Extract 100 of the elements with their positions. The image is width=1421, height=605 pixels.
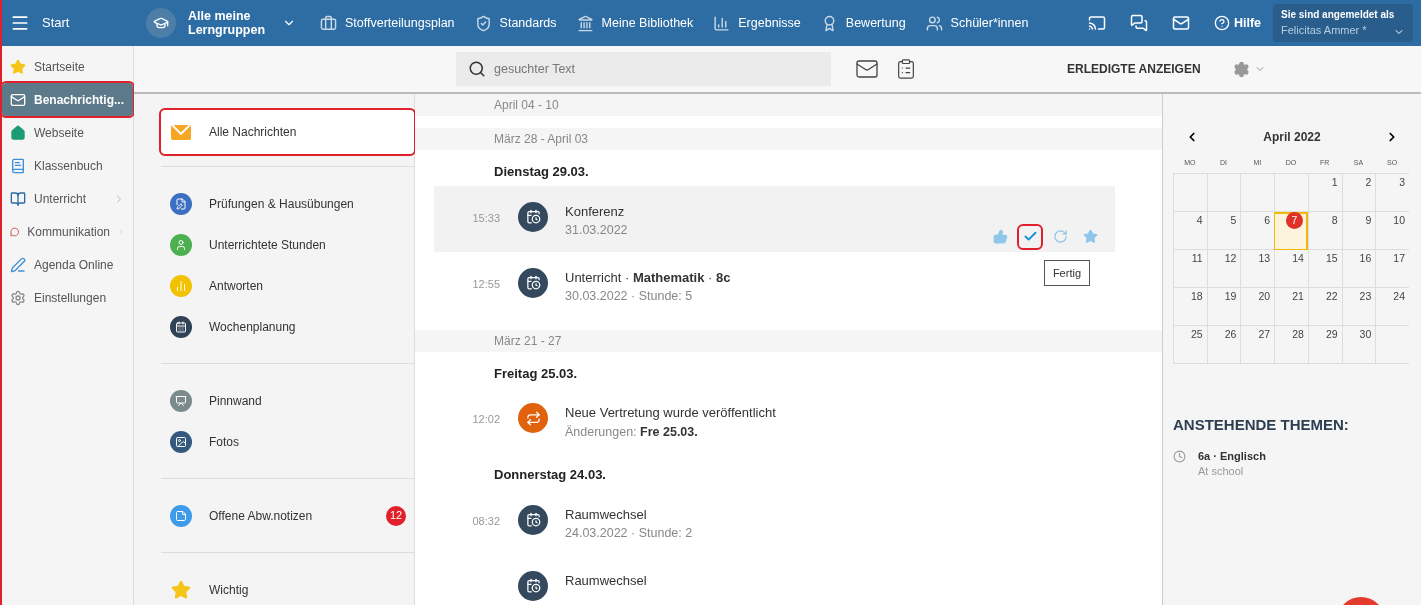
day-heading: Donnerstag 24.03. xyxy=(493,466,607,484)
category-item[interactable]: Antworten xyxy=(161,265,414,306)
message-title: Raumwechsel xyxy=(565,571,647,590)
message-row[interactable]: 15:33 Konferenz 31.03.2022 xyxy=(434,185,1115,252)
message-time: 08:32 xyxy=(472,513,500,529)
nav-link[interactable]: Stoffverteilungsplan xyxy=(312,13,463,33)
calendar-day[interactable]: 1 xyxy=(1307,173,1342,212)
calendar-day[interactable]: 13 xyxy=(1240,249,1275,288)
week-header: April 04 - 10 xyxy=(415,94,1162,116)
search-icon xyxy=(468,60,486,78)
calendar-day[interactable]: 17 xyxy=(1375,249,1409,288)
help-icon xyxy=(1213,15,1230,31)
sidebar-item[interactable]: Agenda Online xyxy=(2,248,133,281)
start-button[interactable]: Start xyxy=(2,0,134,46)
calendar-day[interactable]: 22 xyxy=(1307,287,1342,326)
bar-chart-icon xyxy=(713,14,731,32)
nav-link[interactable]: Bewertung xyxy=(812,13,914,33)
envelope-icon[interactable] xyxy=(855,57,879,81)
book-icon xyxy=(10,157,26,174)
message-subtitle: 30.03.2022 · Stunde: 5 xyxy=(565,288,694,305)
calendar-day[interactable]: 5 xyxy=(1206,211,1241,250)
calendar-empty-cell xyxy=(1206,173,1241,212)
calendar-day[interactable]: 4 xyxy=(1173,211,1207,250)
calendar-day[interactable]: 30 xyxy=(1341,325,1376,364)
open-book-icon xyxy=(10,190,26,207)
clipboard-icon[interactable] xyxy=(895,58,917,80)
calendar-day[interactable]: 18 xyxy=(1173,287,1207,326)
calendar-day[interactable]: 19 xyxy=(1206,287,1241,326)
category-item[interactable]: Fotos xyxy=(161,421,414,462)
help-link[interactable]: Hilfe xyxy=(1201,13,1273,33)
check-button[interactable] xyxy=(1019,225,1041,248)
sidebar-item[interactable]: Kommunikation xyxy=(2,215,133,248)
category-item[interactable]: Prüfungen & Hausübungen xyxy=(161,183,414,224)
sidebar-item[interactable]: Webseite xyxy=(2,116,133,149)
settings-menu[interactable] xyxy=(1232,60,1266,78)
calendar-day[interactable]: 3 xyxy=(1375,173,1409,212)
category-item[interactable]: Wichtig xyxy=(161,569,414,605)
message-subtitle: 24.03.2022 · Stunde: 2 xyxy=(565,525,693,542)
sidebar-item[interactable]: Startseite xyxy=(2,50,133,83)
user-name: Felicitas Ammer * xyxy=(1281,23,1367,39)
calendar-day[interactable]: 23 xyxy=(1341,287,1376,326)
calendar-day[interactable]: 24 xyxy=(1375,287,1409,326)
sidebar-item[interactable]: Unterricht xyxy=(2,182,133,215)
search-field[interactable]: gesuchter Text xyxy=(456,52,831,86)
calendar-day[interactable]: 7 xyxy=(1274,211,1308,250)
settings-icon xyxy=(10,289,26,306)
sidebar-item[interactable]: Klassenbuch xyxy=(2,149,133,182)
calendar-day[interactable]: 10 xyxy=(1375,211,1409,250)
show-done-button[interactable]: ERLEDIGTE ANZEIGEN xyxy=(1067,60,1201,78)
calendar-day[interactable]: 27 xyxy=(1240,325,1275,364)
sidebar-item[interactable]: Benachrichtig... xyxy=(2,83,133,116)
calendar-day[interactable]: 26 xyxy=(1206,325,1241,364)
calendar-day[interactable]: 16 xyxy=(1341,249,1376,288)
calendar-day[interactable]: 29 xyxy=(1307,325,1342,364)
nav-link[interactable]: Ergebnisse xyxy=(705,13,809,33)
message-time: 12:02 xyxy=(472,412,500,427)
mail-icon[interactable] xyxy=(1171,14,1190,32)
calendar-day[interactable]: 20 xyxy=(1240,287,1275,326)
group-dropdown[interactable]: Alle meine Lerngruppen xyxy=(188,9,278,37)
category-item[interactable]: Pinnwand xyxy=(161,380,414,421)
calendar-day[interactable]: 14 xyxy=(1274,249,1308,288)
message-title: Konferenz xyxy=(565,202,626,221)
check-icon xyxy=(1022,229,1038,244)
calendar-day[interactable]: 8 xyxy=(1307,211,1342,250)
sidebar-item[interactable]: Einstellungen xyxy=(2,281,133,314)
calendar-day[interactable]: 12 xyxy=(1206,249,1241,288)
nav-link[interactable]: Standards xyxy=(466,13,565,33)
chat-icon[interactable] xyxy=(1129,14,1148,32)
category-item[interactable]: Alle Nachrichten xyxy=(161,110,414,154)
star-icon xyxy=(1082,229,1098,244)
substitution-icon xyxy=(518,403,548,433)
day-heading: Freitag 25.03. xyxy=(493,364,579,383)
category-item[interactable]: Offene Abw.notizen 12 xyxy=(161,495,414,536)
user-caption: Sie sind angemeldet als xyxy=(1281,8,1396,23)
user-menu[interactable]: Sie sind angemeldet als Felicitas Ammer * xyxy=(1273,4,1413,42)
message-subtitle: Änderungen: Fre 25.03. xyxy=(565,423,699,441)
calendar-day[interactable]: 25 xyxy=(1173,325,1207,364)
calendar-day[interactable]: 28 xyxy=(1274,325,1308,364)
calendar-day[interactable]: 15 xyxy=(1307,249,1342,288)
calendar-day[interactable]: 11 xyxy=(1173,249,1207,288)
week-header: März 21 - 27 xyxy=(415,329,1162,352)
calendar-day[interactable]: 9 xyxy=(1341,211,1376,250)
nav-link[interactable]: Meine Bibliothek xyxy=(568,13,702,33)
calendar-clock-icon xyxy=(518,570,548,601)
cast-icon[interactable] xyxy=(1087,14,1106,32)
calendar-day[interactable]: 2 xyxy=(1341,173,1376,212)
calendar-clock-icon xyxy=(518,201,548,232)
message-title: Raumwechsel xyxy=(565,505,648,524)
calendar-day[interactable]: 21 xyxy=(1274,287,1308,326)
calendar-month: April 2022 xyxy=(1263,129,1321,146)
nav-link[interactable]: Schüler*innen xyxy=(917,13,1037,33)
calendar-empty-cell xyxy=(1375,325,1409,364)
message-time: 15:33 xyxy=(472,210,500,226)
category-item[interactable]: Wochenplanung xyxy=(161,306,414,347)
message-subtitle: 31.03.2022 xyxy=(565,222,628,239)
thumbs-up-icon xyxy=(992,229,1008,244)
calendar-empty-cell xyxy=(1173,173,1207,212)
calendar-clock-icon xyxy=(518,267,548,298)
menu-icon xyxy=(10,13,30,33)
category-item[interactable]: Unterrichtete Stunden xyxy=(161,224,414,265)
